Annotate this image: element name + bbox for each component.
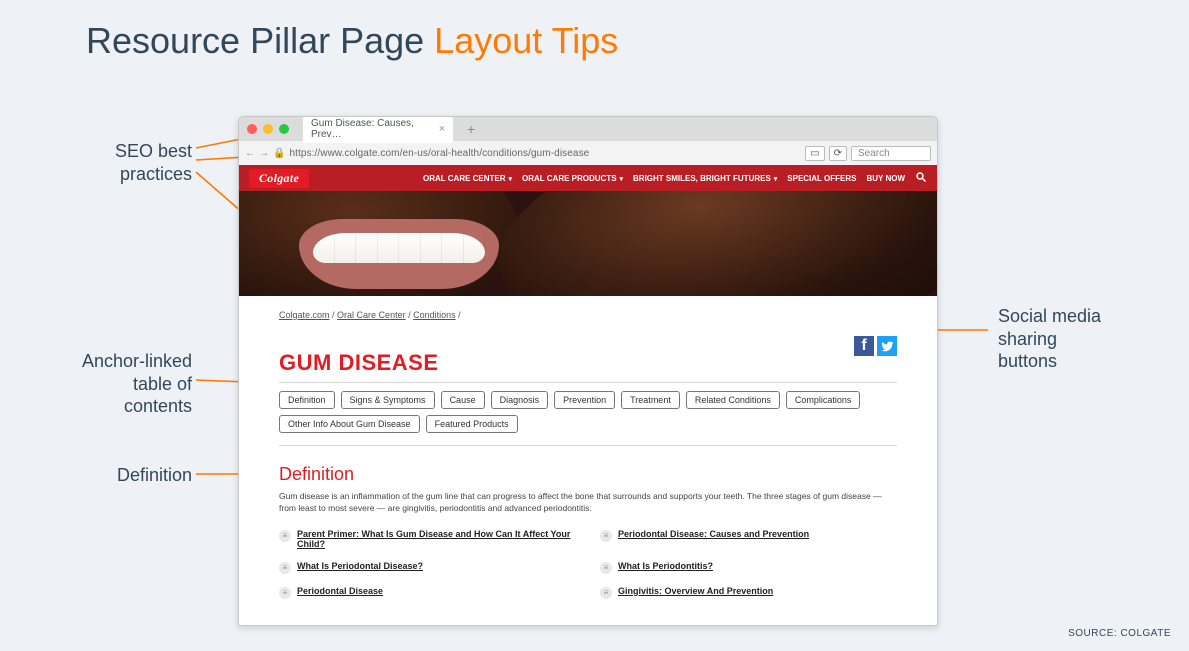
hero-image bbox=[239, 191, 937, 296]
annotation-social: Social media sharing buttons bbox=[998, 305, 1148, 373]
browser-tab[interactable]: Gum Disease: Causes, Prev… × bbox=[303, 116, 453, 143]
url-text[interactable]: https://www.colgate.com/en-us/oral-healt… bbox=[289, 148, 589, 159]
article-icon: ≡ bbox=[279, 562, 291, 574]
toc-pill[interactable]: Signs & Symptoms bbox=[341, 391, 435, 409]
nav-item[interactable]: SPECIAL OFFERS bbox=[787, 174, 856, 183]
window-max-dot[interactable] bbox=[279, 124, 289, 134]
toc-pill[interactable]: Cause bbox=[441, 391, 485, 409]
article-icon: ≡ bbox=[600, 562, 612, 574]
breadcrumb: Colgate.com / Oral Care Center / Conditi… bbox=[279, 310, 897, 320]
toc-pill[interactable]: Prevention bbox=[554, 391, 615, 409]
toc-pill[interactable]: Definition bbox=[279, 391, 335, 409]
browser-tab-bar: Gum Disease: Causes, Prev… × + bbox=[239, 117, 937, 141]
related-link[interactable]: What Is Periodontitis? bbox=[618, 561, 713, 571]
facebook-icon[interactable]: f bbox=[854, 336, 874, 356]
search-icon[interactable] bbox=[915, 171, 927, 186]
new-tab-button[interactable]: + bbox=[467, 121, 475, 137]
toc-pill[interactable]: Related Conditions bbox=[686, 391, 780, 409]
related-link-item: ≡ Parent Primer: What Is Gum Disease and … bbox=[279, 529, 576, 549]
source-credit: SOURCE: COLGATE bbox=[1068, 628, 1171, 639]
related-link[interactable]: Parent Primer: What Is Gum Disease and H… bbox=[297, 529, 576, 549]
article-icon: ≡ bbox=[279, 530, 291, 542]
divider bbox=[279, 382, 897, 383]
lock-icon: 🔒 bbox=[273, 148, 285, 159]
reader-icon[interactable]: ▭ bbox=[805, 146, 824, 161]
browser-address-bar: ← → 🔒 https://www.colgate.com/en-us/oral… bbox=[239, 141, 937, 165]
toc-pill[interactable]: Featured Products bbox=[426, 415, 518, 433]
related-link-item: ≡ Gingivitis: Overview And Prevention bbox=[600, 586, 897, 599]
related-link[interactable]: Gingivitis: Overview And Prevention bbox=[618, 586, 773, 596]
annotation-toc: Anchor-linked table of contents bbox=[42, 350, 192, 418]
section-body: Gum disease is an inflammation of the gu… bbox=[279, 491, 897, 515]
related-links: ≡ Parent Primer: What Is Gum Disease and … bbox=[279, 529, 897, 599]
toc-pills: Definition Signs & Symptoms Cause Diagnosis… bbox=[279, 391, 897, 433]
breadcrumb-link[interactable]: Oral Care Center bbox=[337, 310, 406, 320]
annotation-definition: Definition bbox=[70, 464, 192, 487]
browser-tab-title: Gum Disease: Causes, Prev… bbox=[311, 118, 433, 140]
browser-frame: Gum Disease: Causes, Prev… × + ← → 🔒 htt… bbox=[238, 116, 938, 626]
related-link-item: ≡ What Is Periodontal Disease? bbox=[279, 561, 576, 574]
site-logo[interactable]: Colgate bbox=[249, 169, 309, 188]
nav-item[interactable]: ORAL CARE PRODUCTS ▾ bbox=[522, 174, 623, 183]
related-link-item: ≡ Periodontal Disease: Causes and Prevent… bbox=[600, 529, 897, 549]
annotation-seo: SEO best practices bbox=[82, 140, 192, 185]
window-min-dot[interactable] bbox=[263, 124, 273, 134]
related-link-item: ≡ Periodontal Disease bbox=[279, 586, 576, 599]
slide-title-part1: Resource Pillar Page bbox=[86, 20, 434, 61]
article-icon: ≡ bbox=[279, 587, 291, 599]
social-share: f bbox=[854, 336, 897, 356]
toc-pill[interactable]: Other Info About Gum Disease bbox=[279, 415, 420, 433]
back-icon[interactable]: ← bbox=[245, 148, 255, 159]
window-close-dot[interactable] bbox=[247, 124, 257, 134]
section-heading: Definition bbox=[279, 464, 897, 485]
related-link[interactable]: What Is Periodontal Disease? bbox=[297, 561, 423, 571]
nav-item[interactable]: BUY NOW bbox=[866, 174, 905, 183]
nav-item[interactable]: ORAL CARE CENTER ▾ bbox=[423, 174, 512, 183]
related-link-item: ≡ What Is Periodontitis? bbox=[600, 561, 897, 574]
nav-item[interactable]: BRIGHT SMILES, BRIGHT FUTURES ▾ bbox=[633, 174, 777, 183]
article-icon: ≡ bbox=[600, 530, 612, 542]
toc-pill[interactable]: Treatment bbox=[621, 391, 680, 409]
slide-title-accent: Layout Tips bbox=[434, 20, 618, 61]
divider bbox=[279, 445, 897, 446]
reload-icon[interactable]: ⟳ bbox=[829, 146, 847, 161]
site-nav: ORAL CARE CENTER ▾ ORAL CARE PRODUCTS ▾ BR… bbox=[423, 171, 927, 186]
forward-icon[interactable]: → bbox=[259, 148, 269, 159]
breadcrumb-link[interactable]: Colgate.com bbox=[279, 310, 330, 320]
related-link[interactable]: Periodontal Disease bbox=[297, 586, 383, 596]
page-content: Colgate ORAL CARE CENTER ▾ ORAL CARE PROD… bbox=[239, 165, 937, 599]
close-icon[interactable]: × bbox=[439, 123, 445, 135]
slide-title: Resource Pillar Page Layout Tips bbox=[86, 20, 618, 62]
article-icon: ≡ bbox=[600, 587, 612, 599]
toc-pill[interactable]: Complications bbox=[786, 391, 861, 409]
page-title: GUM DISEASE bbox=[279, 350, 897, 376]
twitter-icon[interactable] bbox=[877, 336, 897, 356]
toc-pill[interactable]: Diagnosis bbox=[491, 391, 549, 409]
site-nav-bar: Colgate ORAL CARE CENTER ▾ ORAL CARE PROD… bbox=[239, 165, 937, 191]
breadcrumb-link[interactable]: Conditions bbox=[413, 310, 456, 320]
browser-search-input[interactable]: Search bbox=[851, 146, 931, 161]
related-link[interactable]: Periodontal Disease: Causes and Preventi… bbox=[618, 529, 809, 539]
